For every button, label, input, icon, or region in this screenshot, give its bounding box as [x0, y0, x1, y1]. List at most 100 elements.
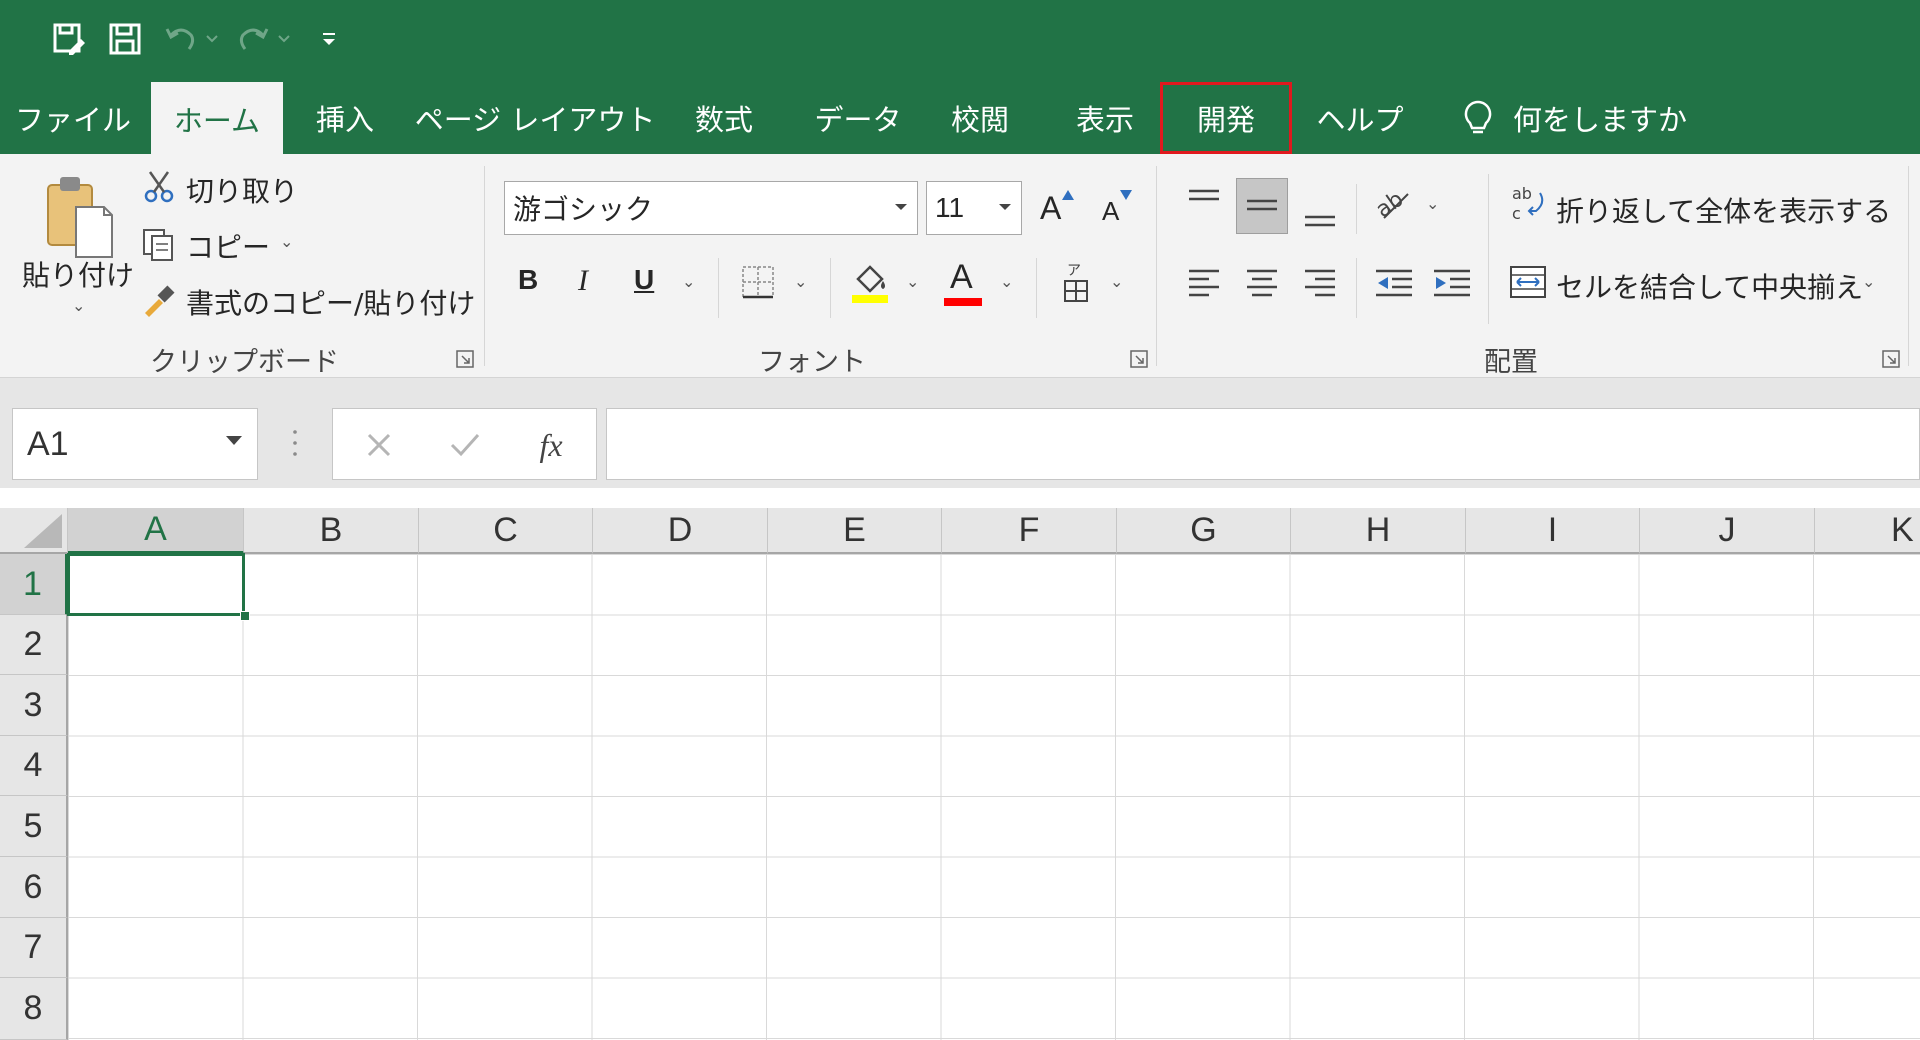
merge-center-icon[interactable] — [1508, 262, 1548, 302]
tab-page-layout[interactable]: ページ レイアウト — [415, 82, 656, 154]
redo-icon[interactable] — [230, 16, 276, 62]
tab-view[interactable]: 表示 — [1065, 82, 1145, 154]
fill-color-dropdown-icon[interactable]: ⌄ — [906, 272, 919, 291]
clipboard-launcher-icon[interactable] — [456, 350, 474, 368]
column-header[interactable]: H — [1291, 508, 1466, 554]
row-header[interactable]: 4 — [0, 736, 68, 796]
underline-button[interactable]: U — [634, 264, 654, 296]
undo-icon[interactable] — [158, 16, 204, 62]
column-header[interactable]: K — [1815, 508, 1920, 554]
row-header[interactable]: 7 — [0, 918, 68, 978]
row-header[interactable]: 8 — [0, 978, 68, 1040]
align-left-icon[interactable] — [1184, 262, 1224, 302]
wrap-text-icon[interactable]: ab c — [1508, 184, 1548, 224]
column-header[interactable]: C — [419, 508, 593, 554]
paste-icon[interactable] — [40, 170, 118, 260]
fill-handle[interactable] — [240, 611, 250, 621]
format-painter-button[interactable]: 書式のコピー/貼り付け — [186, 282, 475, 322]
font-name-box[interactable]: 游ゴシック — [504, 181, 918, 235]
column-header[interactable]: E — [768, 508, 942, 554]
merge-center-button[interactable]: セルを結合して中央揃え — [1556, 266, 1863, 306]
tab-review[interactable]: 校閲 — [940, 82, 1020, 154]
cancel-icon[interactable] — [339, 409, 419, 481]
increase-indent-icon[interactable] — [1430, 262, 1474, 302]
font-size-dropdown-icon[interactable] — [995, 196, 1015, 216]
name-box[interactable]: A1 — [12, 408, 258, 480]
column-header[interactable]: J — [1640, 508, 1815, 554]
bold-button[interactable]: B — [518, 264, 538, 296]
copy-icon[interactable] — [140, 226, 178, 264]
autosave-icon[interactable] — [46, 16, 92, 62]
redo-dropdown-icon[interactable] — [276, 16, 292, 62]
orientation-dropdown-icon[interactable]: ⌄ — [1426, 194, 1439, 213]
borders-icon[interactable] — [738, 262, 778, 302]
grow-arrow-icon — [1062, 190, 1074, 200]
row-header[interactable]: 2 — [0, 615, 68, 675]
orientation-icon[interactable]: ab — [1372, 180, 1416, 224]
top-align-icon[interactable] — [1184, 182, 1224, 222]
row-header[interactable]: 6 — [0, 857, 68, 918]
copy-dropdown-icon[interactable]: ⌄ — [280, 232, 293, 251]
tab-data[interactable]: データ — [808, 82, 908, 154]
formula-bar-grip-icon[interactable] — [293, 428, 297, 458]
paste-button[interactable]: 貼り付け — [22, 254, 134, 294]
bottom-align-icon[interactable] — [1300, 194, 1340, 234]
italic-button[interactable]: I — [578, 264, 588, 298]
tab-file[interactable]: ファイル — [15, 82, 131, 154]
column-header[interactable]: I — [1466, 508, 1640, 554]
name-box-dropdown-icon[interactable] — [225, 435, 243, 447]
svg-text:ab: ab — [1374, 187, 1408, 222]
enter-check-icon[interactable] — [425, 409, 505, 481]
align-center-icon[interactable] — [1242, 262, 1282, 302]
tab-developer[interactable]: 開発 — [1160, 82, 1292, 154]
decrease-indent-icon[interactable] — [1372, 262, 1416, 302]
font-color-button[interactable]: A — [950, 258, 973, 297]
tab-insert[interactable]: 挿入 — [305, 82, 385, 154]
underline-dropdown-icon[interactable]: ⌄ — [682, 272, 695, 291]
fill-color-icon[interactable] — [848, 260, 892, 306]
column-header[interactable]: F — [942, 508, 1117, 554]
tab-help[interactable]: ヘルプ — [1310, 82, 1410, 154]
grow-font-button[interactable]: A — [1040, 190, 1061, 227]
phonetic-guide-icon[interactable]: ア — [1058, 260, 1094, 306]
cell-area[interactable] — [68, 554, 1920, 1040]
tab-formulas[interactable]: 数式 — [682, 82, 766, 154]
column-header[interactable]: D — [593, 508, 768, 554]
font-launcher-icon[interactable] — [1130, 350, 1148, 368]
tab-home[interactable]: ホーム — [151, 82, 283, 156]
merge-center-dropdown-icon[interactable]: ⌄ — [1862, 272, 1875, 291]
paste-dropdown-icon[interactable]: ⌄ — [72, 296, 85, 315]
copy-button[interactable]: コピー — [186, 226, 270, 266]
column-header[interactable]: B — [244, 508, 419, 554]
undo-dropdown-icon[interactable] — [204, 16, 220, 62]
lightbulb-icon[interactable] — [1458, 98, 1498, 138]
save-icon[interactable] — [102, 16, 148, 62]
column-header[interactable]: G — [1117, 508, 1291, 554]
active-cell-a1[interactable] — [67, 553, 245, 616]
customize-icon[interactable] — [306, 16, 352, 62]
group-separator — [1356, 258, 1357, 318]
insert-function-button[interactable]: fx — [511, 409, 591, 481]
borders-dropdown-icon[interactable]: ⌄ — [794, 272, 807, 291]
align-right-icon[interactable] — [1300, 262, 1340, 302]
column-header[interactable]: A — [68, 508, 244, 554]
middle-align-button[interactable] — [1236, 178, 1288, 234]
select-all-button[interactable] — [0, 508, 68, 554]
row-header[interactable]: 5 — [0, 796, 68, 857]
font-color-dropdown-icon[interactable]: ⌄ — [1000, 272, 1013, 291]
wrap-text-button[interactable]: 折り返して全体を表示する — [1556, 190, 1891, 230]
tell-me-search[interactable]: 何をしますか — [1513, 82, 1687, 154]
alignment-launcher-icon[interactable] — [1882, 350, 1900, 368]
row-header[interactable]: 1 — [0, 554, 68, 615]
cut-button[interactable]: 切り取り — [186, 170, 298, 210]
format-painter-icon[interactable] — [140, 282, 178, 320]
font-size-box[interactable]: 11 — [926, 181, 1022, 235]
formula-input[interactable] — [606, 408, 1920, 480]
font-group-label: フォント — [758, 347, 866, 378]
svg-text:c: c — [1512, 204, 1521, 223]
font-name-dropdown-icon[interactable] — [891, 196, 911, 216]
phonetic-dropdown-icon[interactable]: ⌄ — [1110, 272, 1123, 291]
scissors-icon[interactable] — [140, 168, 178, 206]
shrink-font-button[interactable]: A — [1102, 196, 1119, 227]
row-header[interactable]: 3 — [0, 675, 68, 736]
